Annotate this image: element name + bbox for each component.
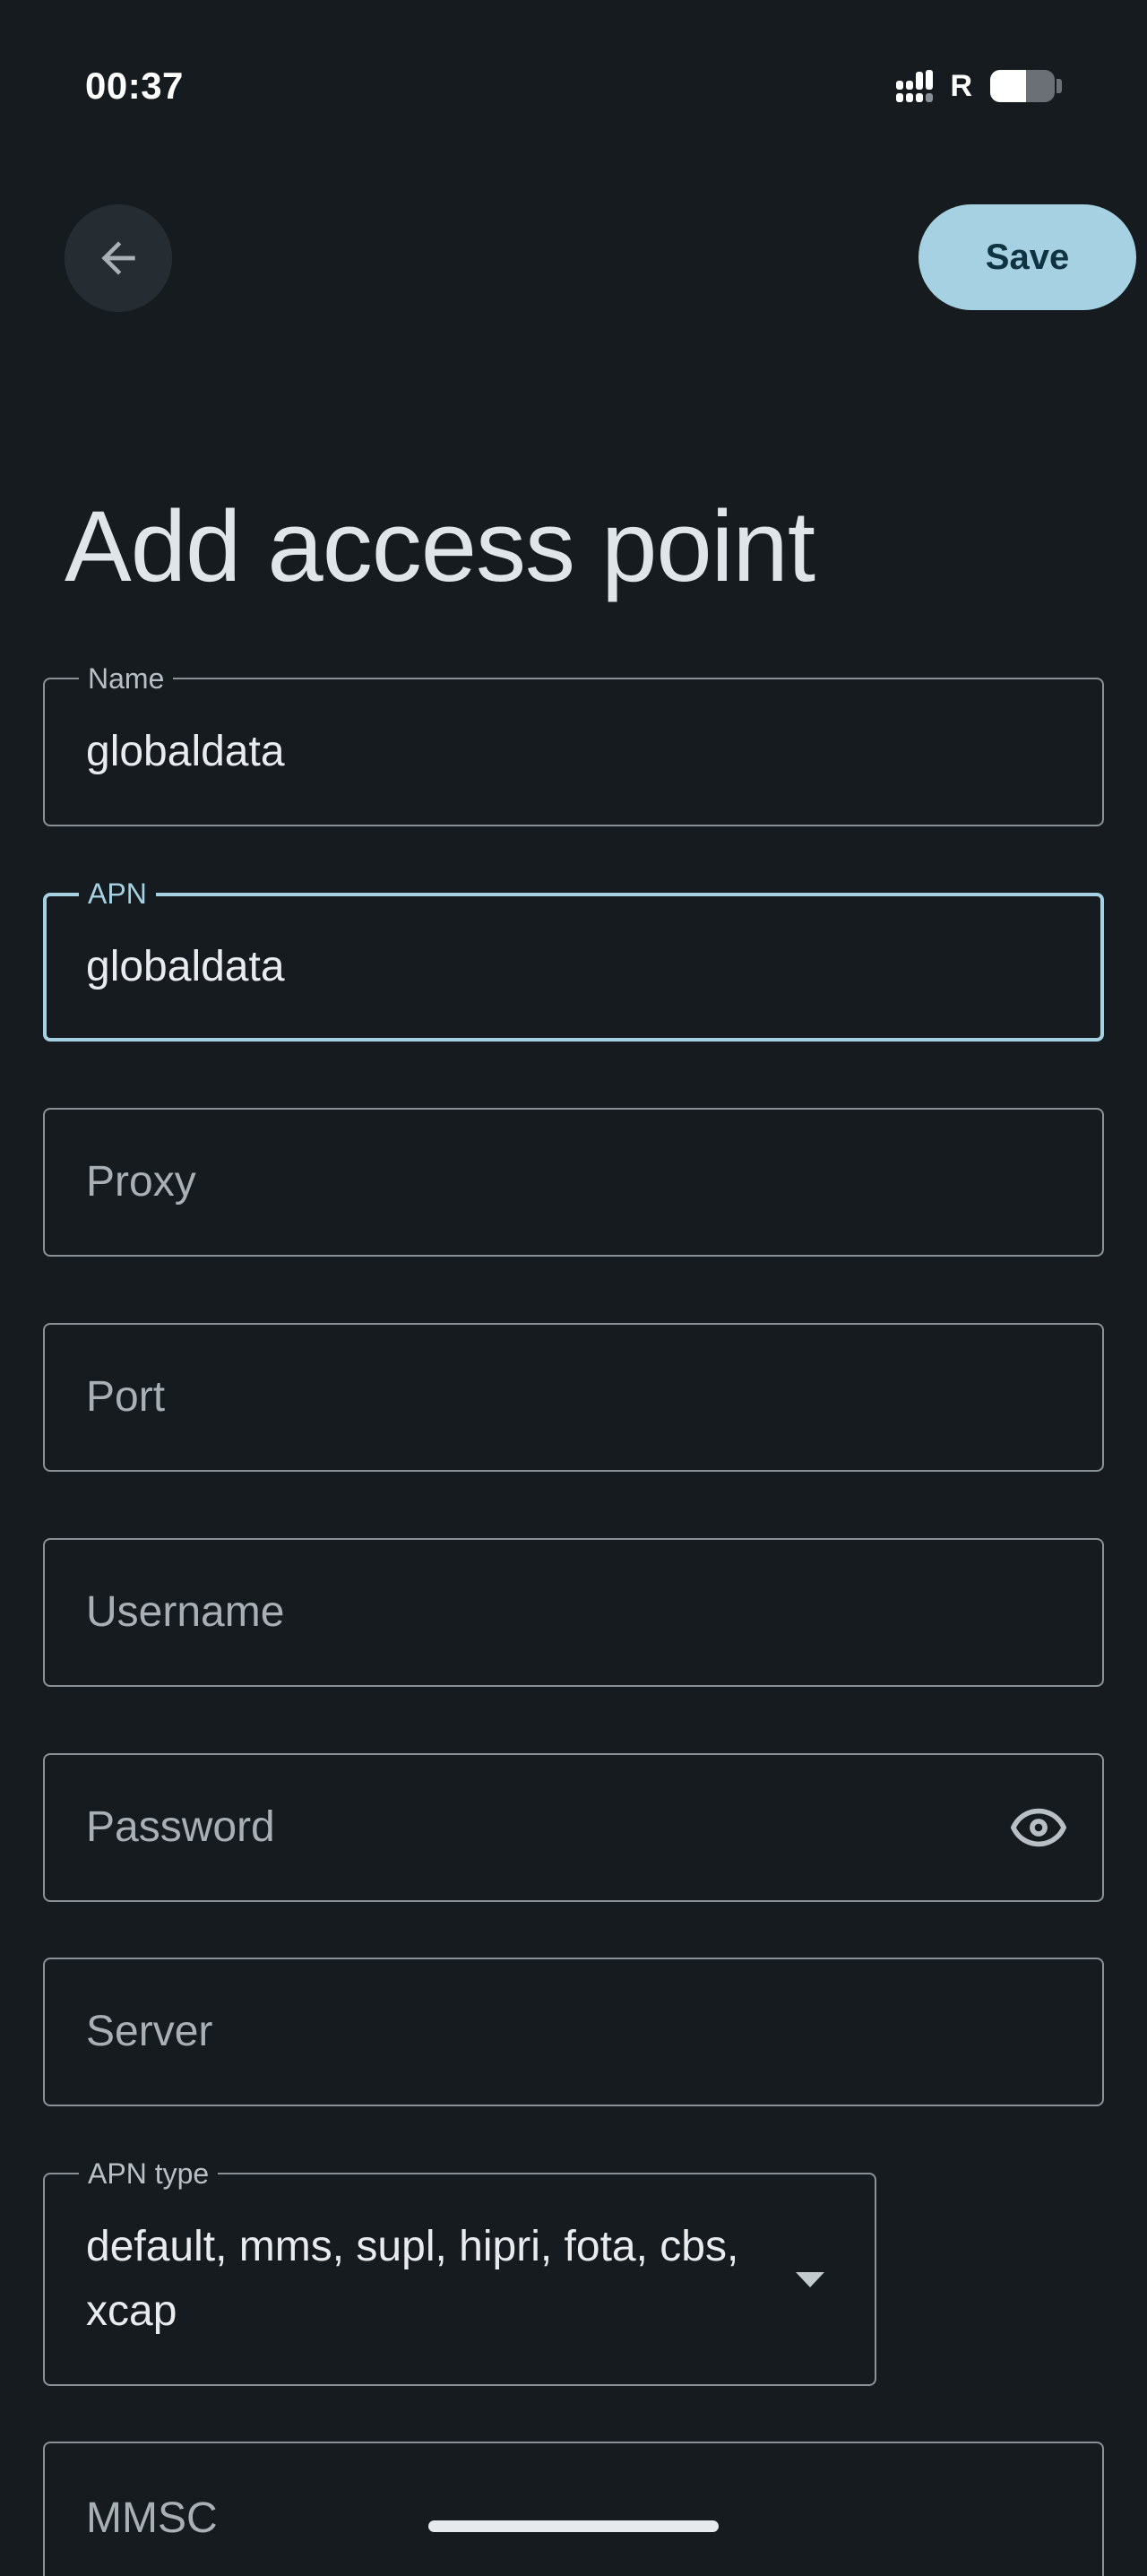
- username-field[interactable]: Username: [43, 1538, 1104, 1687]
- apn-type-value: default, mms, supl, hipri, fota, cbs, xc…: [86, 2223, 739, 2335]
- home-indicator[interactable]: [428, 2520, 719, 2532]
- status-time: 00:37: [85, 65, 184, 107]
- name-field[interactable]: Name globaldata: [43, 661, 1104, 826]
- show-password-button[interactable]: [1007, 1796, 1070, 1859]
- apn-type-dropdown[interactable]: APN type default, mms, supl, hipri, fota…: [43, 2156, 876, 2386]
- password-field[interactable]: Password: [43, 1753, 1104, 1902]
- proxy-field[interactable]: Proxy: [43, 1108, 1104, 1257]
- port-field[interactable]: Port: [43, 1323, 1104, 1472]
- username-placeholder: Username: [86, 1588, 285, 1636]
- proxy-placeholder: Proxy: [86, 1158, 196, 1206]
- battery-cap: [1056, 79, 1062, 93]
- roaming-indicator: R: [950, 69, 972, 103]
- apn-label: APN: [79, 876, 156, 912]
- mmsc-field[interactable]: MMSC: [43, 2442, 1104, 2576]
- mmsc-placeholder: MMSC: [86, 2494, 218, 2542]
- battery-level: [990, 70, 1026, 102]
- status-icons: R: [896, 70, 1062, 102]
- dropdown-arrow-icon[interactable]: [796, 2272, 824, 2287]
- name-label: Name: [79, 661, 174, 696]
- eye-icon: [1010, 1808, 1067, 1847]
- name-value: globaldata: [86, 728, 285, 775]
- port-placeholder: Port: [86, 1373, 166, 1421]
- apn-field[interactable]: APN globaldata: [43, 876, 1104, 1042]
- server-placeholder: Server: [86, 2008, 213, 2055]
- back-button[interactable]: [65, 204, 172, 312]
- arrow-back-icon: [101, 241, 135, 275]
- password-placeholder: Password: [86, 1803, 275, 1851]
- battery-icon: [990, 70, 1055, 102]
- apn-value: globaldata: [86, 943, 285, 990]
- save-button[interactable]: Save: [918, 204, 1136, 310]
- signal-icon: [896, 70, 943, 102]
- server-field[interactable]: Server: [43, 1958, 1104, 2106]
- apn-type-label: APN type: [79, 2156, 219, 2191]
- page-title: Add access point: [65, 490, 815, 602]
